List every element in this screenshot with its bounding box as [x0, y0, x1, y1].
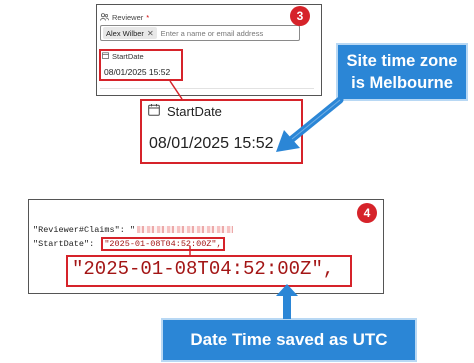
- zoom-connector-line: [169, 80, 183, 100]
- utc-arrow: [276, 284, 298, 319]
- arrows-layer: [169, 80, 344, 319]
- timezone-arrow: [276, 96, 344, 152]
